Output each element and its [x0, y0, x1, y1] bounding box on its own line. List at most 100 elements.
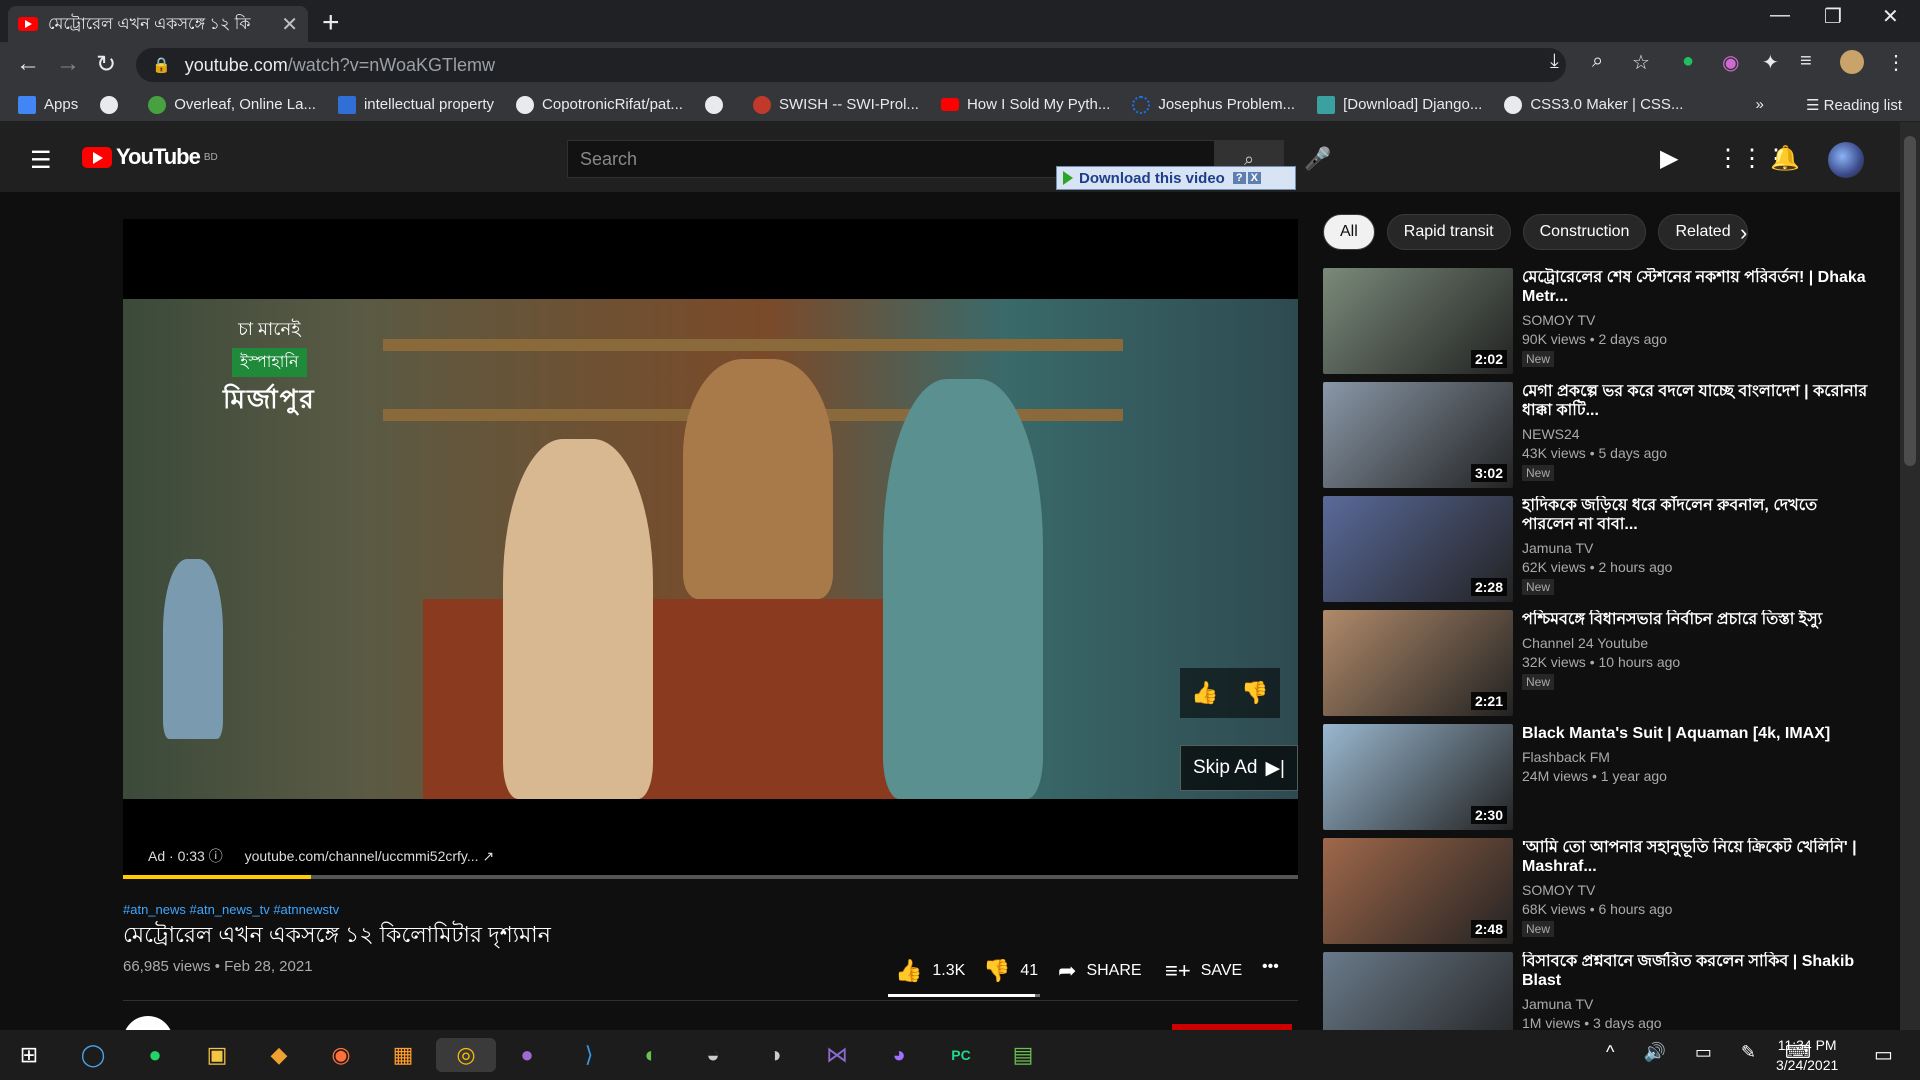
extension-icon[interactable]: ◉: [1722, 50, 1739, 75]
visual-studio-icon[interactable]: ⋈: [820, 1038, 854, 1072]
youtube-logo[interactable]: YouTube BD: [82, 144, 218, 170]
recommendation-item[interactable]: 2:21 পশ্চিমবঙ্গে বিধানসভার নির্বাচন প্রচা…: [1323, 610, 1883, 718]
bookmark-star-icon[interactable]: ☆: [1632, 50, 1650, 75]
media-control-icon[interactable]: ≡: [1800, 50, 1812, 73]
bookmark-josephus[interactable]: Josephus Problem...: [1132, 95, 1295, 114]
minimize-icon[interactable]: —: [1770, 4, 1790, 27]
whatsapp-icon[interactable]: ●: [138, 1038, 172, 1072]
paint-icon[interactable]: ▦: [386, 1038, 420, 1072]
app-icon[interactable]: ◒: [696, 1038, 730, 1072]
download-help-button[interactable]: ?: [1232, 172, 1246, 184]
browser-tab-active[interactable]: মেট্রোরেল এখন একসঙ্গে ১২ কি ✕: [8, 6, 308, 42]
bookmark-apps[interactable]: Apps: [18, 95, 78, 114]
video-player[interactable]: চা মানেই ইস্পাহানি মির্জাপুর 👍 👎 Skip Ad…: [123, 219, 1298, 879]
bookmark-css3-maker[interactable]: CSS3.0 Maker | CSS...: [1504, 95, 1683, 114]
app-icon[interactable]: ▤: [1006, 1038, 1040, 1072]
bookmark-globe-2[interactable]: [704, 95, 731, 114]
bookmark-overleaf[interactable]: Overleaf, Online La...: [148, 95, 316, 114]
video-thumbnail[interactable]: 2:02: [1323, 268, 1513, 374]
bookmark-django[interactable]: [Download] Django...: [1317, 95, 1482, 114]
chrome-icon[interactable]: ◎: [436, 1038, 496, 1072]
video-thumbnail[interactable]: 2:30: [1323, 724, 1513, 830]
bookmark-github[interactable]: CopotronicRifat/pat...: [516, 95, 683, 114]
window-close-icon[interactable]: ✕: [1882, 4, 1899, 29]
more-bookmarks-icon[interactable]: »: [1755, 96, 1763, 113]
video-thumbnail[interactable]: 2:21: [1323, 610, 1513, 716]
reload-icon[interactable]: ↻: [96, 50, 116, 79]
ad-progress-bar[interactable]: [123, 875, 1298, 879]
forward-icon[interactable]: →: [56, 50, 80, 78]
grammarly-extension-icon[interactable]: ●: [1682, 50, 1694, 73]
recommendation-item[interactable]: 3:02 মেগা প্রকল্পে ভর করে বদলে যাচ্ছে বাং…: [1323, 382, 1883, 490]
recommendation-item[interactable]: 2:30 Black Manta's Suit | Aquaman [4k, IM…: [1323, 724, 1883, 832]
recommendation-title[interactable]: মেট্রোরেলের শেষ স্টেশনের নকশায় পরিবর্তন…: [1522, 268, 1872, 306]
thumbs-up-icon[interactable]: 👍: [1191, 680, 1218, 706]
extensions-puzzle-icon[interactable]: ✦: [1762, 50, 1779, 75]
chevron-right-icon[interactable]: ›: [1740, 220, 1747, 246]
like-button[interactable]: 👍 1.3K: [895, 958, 965, 984]
scrollbar-thumb[interactable]: [1904, 136, 1916, 466]
taskbar-clock[interactable]: 11:34 PM 3/24/2021: [1776, 1035, 1838, 1075]
ad-channel-link[interactable]: youtube.com/channel/uccmmi52crfy...: [245, 848, 479, 864]
chip-related[interactable]: Related: [1658, 214, 1748, 250]
create-video-icon[interactable]: ▶: [1660, 144, 1678, 173]
install-icon[interactable]: ⤓: [1550, 50, 1559, 73]
chip-rapid-transit[interactable]: Rapid transit: [1386, 214, 1511, 250]
pycharm-icon[interactable]: PC: [944, 1038, 978, 1072]
share-button[interactable]: ➦ SHARE: [1058, 958, 1142, 984]
dislike-button[interactable]: 👎 41: [983, 958, 1038, 984]
profile-avatar[interactable]: [1840, 50, 1864, 74]
back-icon[interactable]: ←: [16, 50, 40, 78]
recommendation-item[interactable]: 2:48 'আমি তো আপনার সহানুভূতি নিয়ে ক্রিকে…: [1323, 838, 1883, 946]
download-close-button[interactable]: X: [1247, 172, 1261, 184]
restore-icon[interactable]: ❐: [1824, 4, 1842, 29]
recommendation-title[interactable]: পশ্চিমবঙ্গে বিধানসভার নির্বাচন প্রচারে ত…: [1522, 610, 1872, 629]
recommendation-item[interactable]: 2:02 মেট্রোরেলের শেষ স্টেশনের নকশায় পরিব…: [1323, 268, 1883, 376]
thumbs-down-icon[interactable]: 👎: [1241, 680, 1268, 706]
file-explorer-icon[interactable]: ▣: [200, 1038, 234, 1072]
recommendation-title[interactable]: 'আমি তো আপনার সহানুভূতি নিয়ে ক্রিকেট খে…: [1522, 838, 1872, 876]
reading-list-button[interactable]: ☰ Reading list: [1806, 96, 1902, 114]
app-icon[interactable]: ◆: [262, 1038, 296, 1072]
bookmark-intellectual-property[interactable]: intellectual property: [337, 95, 494, 114]
page-scrollbar[interactable]: [1900, 122, 1920, 1030]
chrome-menu-icon[interactable]: ⋮: [1886, 50, 1906, 75]
skip-ad-button[interactable]: Skip Ad ▶|: [1180, 745, 1298, 791]
bookmark-youtube[interactable]: How I Sold My Pyth...: [940, 96, 1110, 113]
github-desktop-icon[interactable]: ●: [510, 1038, 544, 1072]
bookmark-globe-1[interactable]: [100, 95, 126, 114]
account-avatar[interactable]: [1828, 142, 1864, 178]
recommendation-title[interactable]: Black Manta's Suit | Aquaman [4k, IMAX]: [1522, 724, 1872, 743]
windows-start-icon[interactable]: ⊞: [12, 1038, 46, 1072]
save-button[interactable]: ≡+ SAVE: [1165, 958, 1242, 984]
recommendation-title[interactable]: হাদিককে জড়িয়ে ধরে কাঁদলেন রুবনাল, দেখত…: [1522, 496, 1872, 534]
video-thumbnail[interactable]: 2:48: [1323, 838, 1513, 944]
notifications-bell-icon[interactable]: 🔔: [1770, 144, 1800, 173]
more-actions-icon[interactable]: •••: [1262, 958, 1279, 976]
video-thumbnail[interactable]: 3:02: [1323, 382, 1513, 488]
app-icon[interactable]: ◐: [634, 1038, 668, 1072]
recommendation-title[interactable]: বিসাবকে প্রশ্নবানে জর্জরিত করলেন সাকিব |…: [1522, 952, 1872, 990]
new-tab-icon[interactable]: +: [322, 6, 340, 40]
video-thumbnail[interactable]: 2:28: [1323, 496, 1513, 602]
app-icon[interactable]: ◑: [758, 1038, 792, 1072]
microphone-icon[interactable]: 🎤: [1304, 146, 1331, 172]
messenger-icon[interactable]: ◕: [882, 1038, 916, 1072]
search-icon[interactable]: ◯: [76, 1038, 110, 1072]
tab-close-icon[interactable]: ✕: [281, 12, 298, 37]
guide-menu-icon[interactable]: ☰: [30, 146, 52, 175]
chip-all[interactable]: All: [1323, 214, 1375, 250]
recommendation-title[interactable]: মেগা প্রকল্পে ভর করে বদলে যাচ্ছে বাংলাদে…: [1522, 382, 1872, 420]
bookmark-swish[interactable]: SWISH -- SWI-Prol...: [752, 95, 919, 114]
chip-construction[interactable]: Construction: [1522, 214, 1647, 250]
zoom-icon[interactable]: ⌕: [1592, 50, 1603, 73]
info-icon[interactable]: ⓘ: [209, 848, 223, 864]
firefox-icon[interactable]: ◉: [324, 1038, 358, 1072]
notifications-icon[interactable]: ▭: [1874, 1042, 1893, 1067]
download-video-bar[interactable]: Download this video ? X: [1056, 166, 1296, 190]
dislike-count: 41: [1020, 962, 1039, 979]
vscode-icon[interactable]: ⟩: [572, 1038, 606, 1072]
recommendation-item[interactable]: 2:28 হাদিককে জড়িয়ে ধরে কাঁদলেন রুবনাল, …: [1323, 496, 1883, 604]
address-bar[interactable]: 🔒 youtube.com /watch?v=nWoaKGTlemw: [136, 48, 1566, 82]
video-hashtags[interactable]: #atn_news #atn_news_tv #atnnewstv: [123, 902, 339, 917]
